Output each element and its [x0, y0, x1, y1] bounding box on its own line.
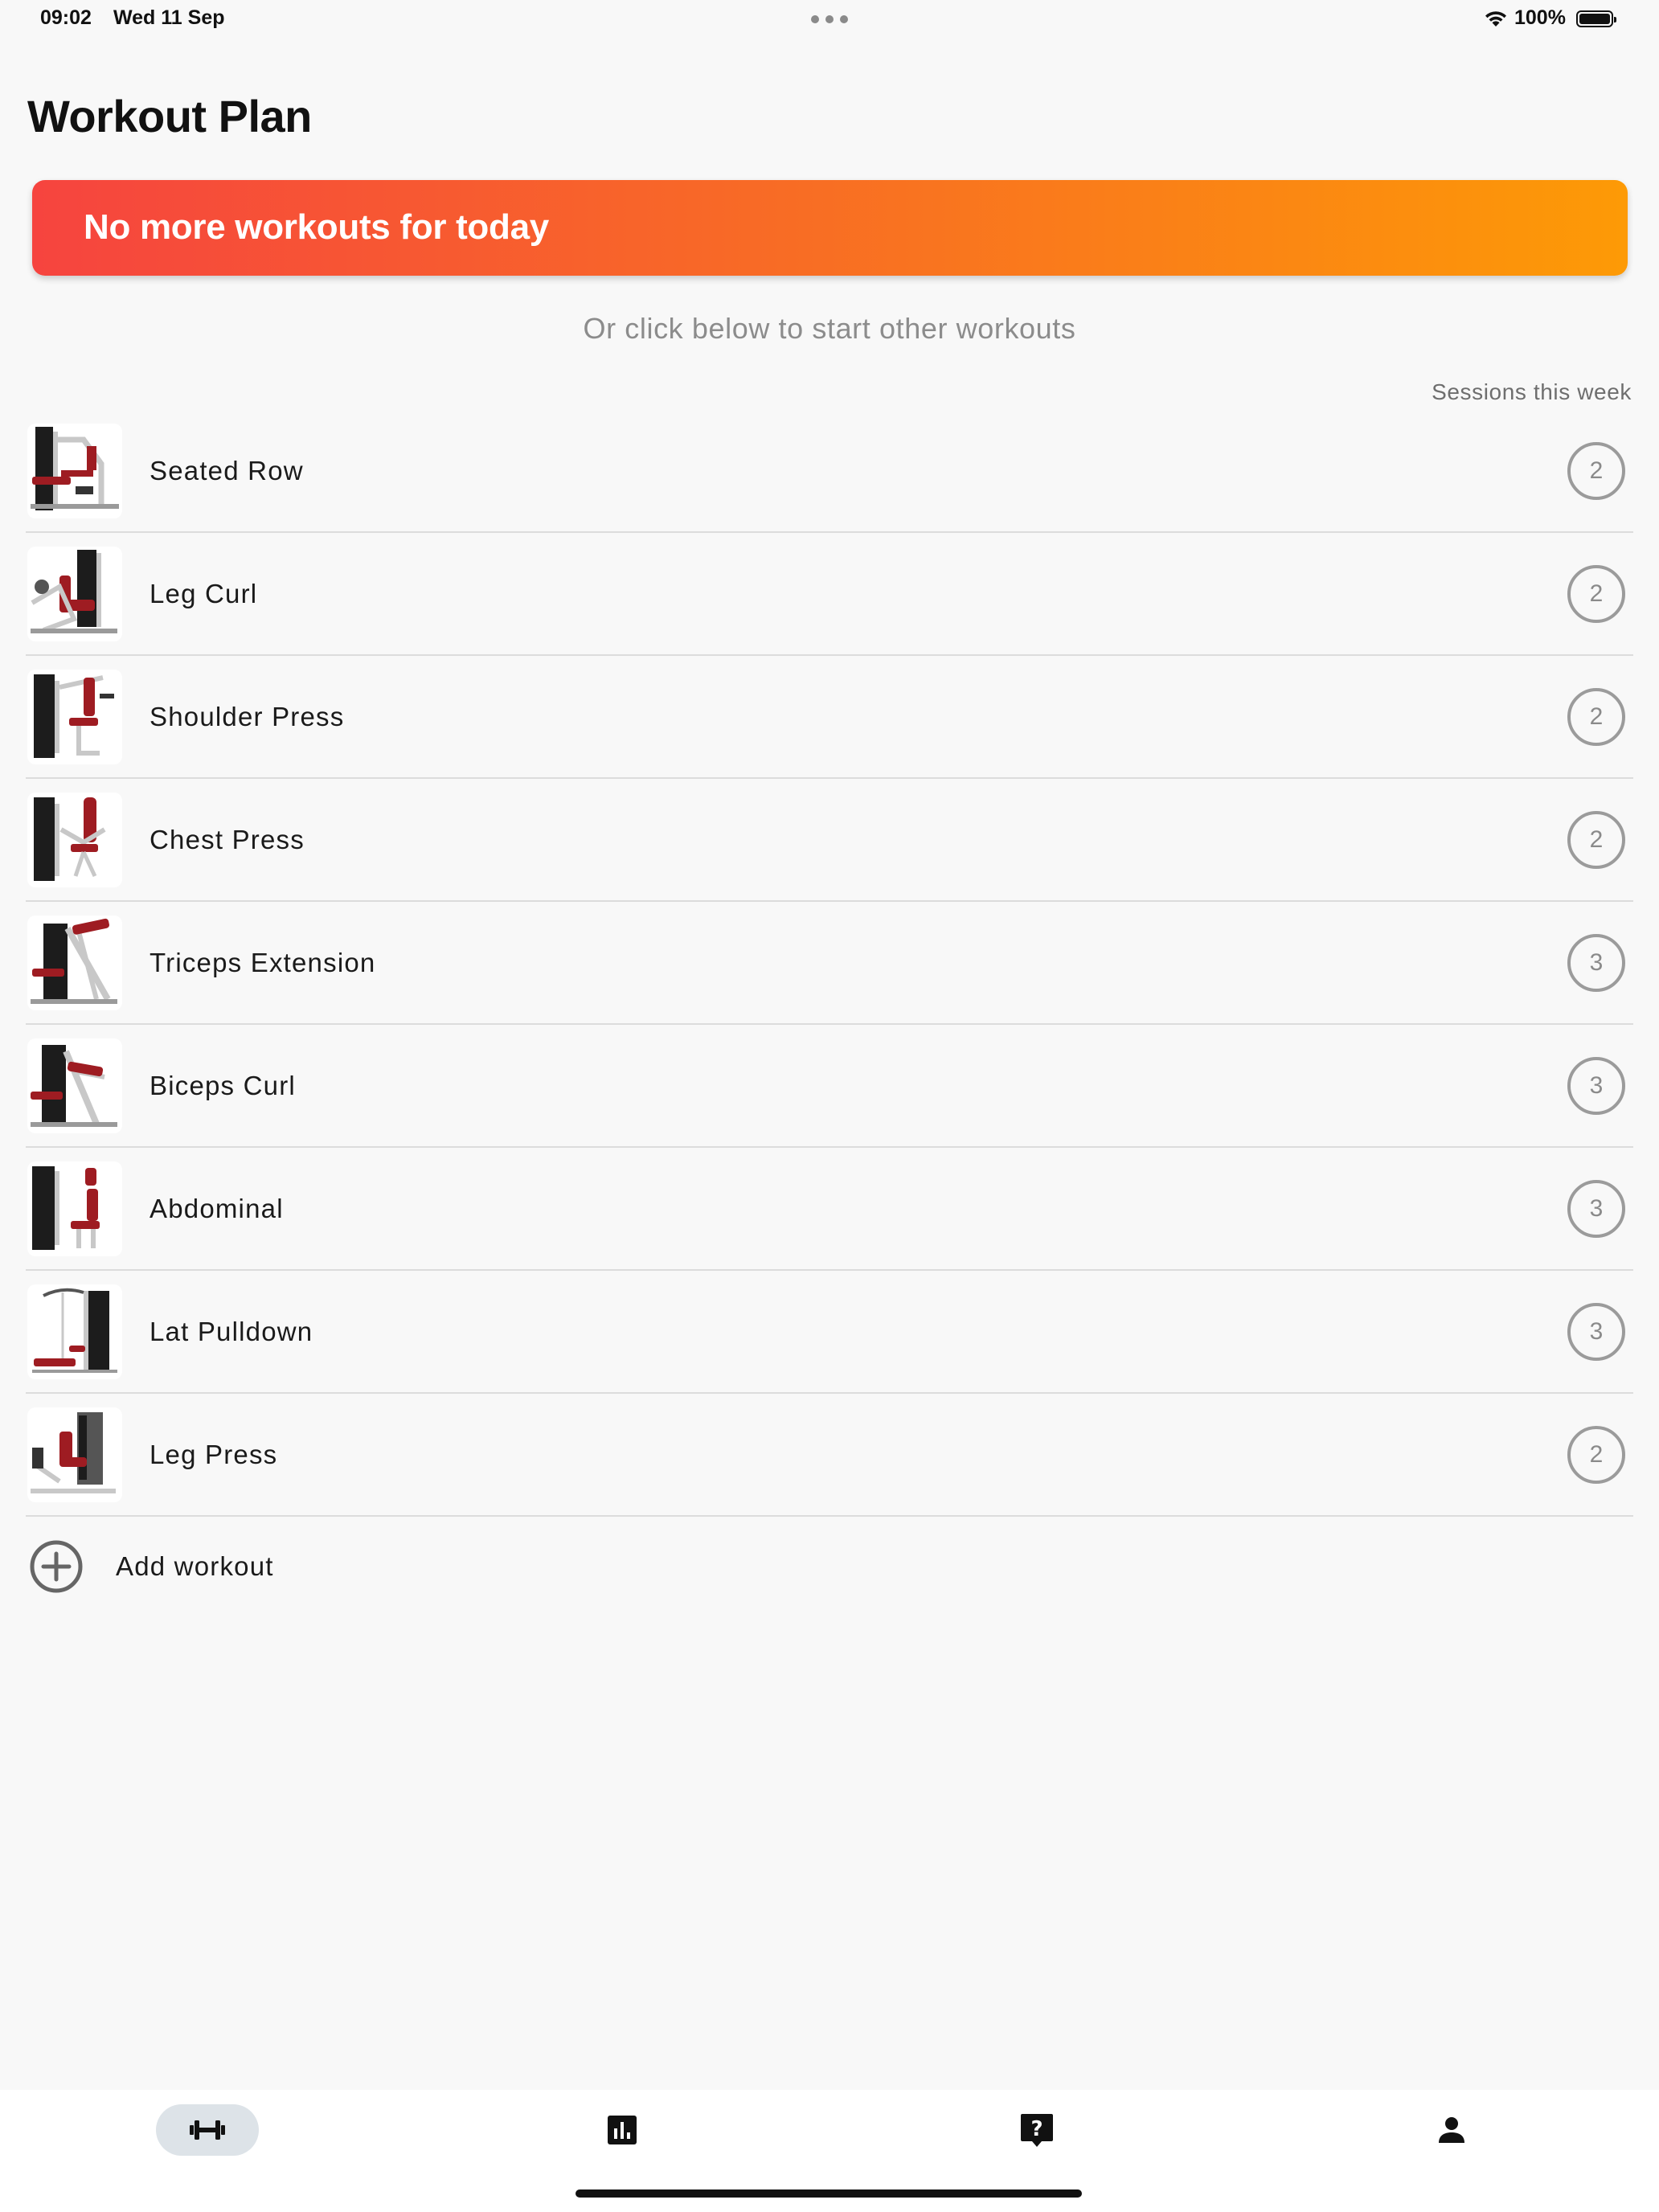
status-bar: 09:02 Wed 11 Sep 100% — [0, 0, 1659, 40]
session-count-badge: 2 — [1567, 810, 1625, 869]
biceps-curl-machine-icon — [27, 1038, 122, 1133]
workout-row-biceps-curl[interactable]: Biceps Curl 3 — [26, 1025, 1633, 1148]
workout-name: Biceps Curl — [150, 1070, 296, 1100]
session-count-badge: 2 — [1567, 687, 1625, 746]
help-icon: ? — [1021, 2114, 1053, 2147]
workout-row-lat-pulldown[interactable]: Lat Pulldown 3 — [26, 1271, 1633, 1394]
workout-row-leg-press[interactable]: Leg Press 2 — [26, 1394, 1633, 1517]
seated-row-machine-icon — [27, 423, 122, 518]
person-icon — [1439, 2117, 1464, 2143]
multitasking-dots-icon[interactable] — [811, 15, 848, 23]
session-count-badge: 3 — [1567, 1302, 1625, 1361]
shoulder-press-machine-icon — [27, 669, 122, 764]
dumbbell-icon — [190, 2120, 225, 2140]
workout-name: Lat Pulldown — [150, 1316, 313, 1346]
no-workouts-banner: No more workouts for today — [32, 180, 1628, 276]
workout-row-abdominal[interactable]: Abdominal 3 — [26, 1148, 1633, 1271]
workout-name: Leg Press — [150, 1439, 278, 1469]
tab-help[interactable]: ? — [985, 2104, 1088, 2156]
session-count-badge: 2 — [1567, 1425, 1625, 1484]
workout-name: Triceps Extension — [150, 947, 376, 977]
wifi-icon — [1485, 11, 1506, 27]
session-count-badge: 2 — [1567, 564, 1625, 623]
home-indicator[interactable] — [576, 2189, 1082, 2198]
tab-profile[interactable] — [1400, 2104, 1503, 2156]
workout-row-shoulder-press[interactable]: Shoulder Press 2 — [26, 656, 1633, 779]
bar-chart-icon — [608, 2116, 637, 2144]
workout-row-seated-row[interactable]: Seated Row 2 — [26, 410, 1633, 533]
leg-curl-machine-icon — [27, 546, 122, 641]
session-count-badge: 3 — [1567, 933, 1625, 992]
workout-name: Abdominal — [150, 1193, 284, 1223]
tab-statistics[interactable] — [571, 2104, 674, 2156]
workout-list: Seated Row 2 Leg Curl 2 Shoulder Press 2… — [26, 410, 1633, 1517]
banner-text: No more workouts for today — [84, 207, 549, 247]
leg-press-machine-icon — [27, 1407, 122, 1502]
session-count-badge: 3 — [1567, 1179, 1625, 1238]
session-count-badge: 3 — [1567, 1056, 1625, 1115]
workout-row-leg-curl[interactable]: Leg Curl 2 — [26, 533, 1633, 656]
battery-percent: 100% — [1514, 6, 1566, 29]
add-workout-label: Add workout — [116, 1551, 274, 1581]
svg-text:?: ? — [1030, 2117, 1043, 2141]
status-time: 09:02 — [40, 6, 92, 29]
workout-name: Shoulder Press — [150, 701, 345, 731]
triceps-extension-machine-icon — [27, 915, 122, 1010]
workout-name: Seated Row — [150, 455, 304, 485]
abdominal-machine-icon — [27, 1161, 122, 1256]
session-count-badge: 2 — [1567, 441, 1625, 500]
workout-name: Chest Press — [150, 824, 305, 854]
status-date: Wed 11 Sep — [113, 6, 225, 29]
battery-icon — [1576, 10, 1616, 27]
workout-row-triceps-extension[interactable]: Triceps Extension 3 — [26, 902, 1633, 1025]
add-workout-button[interactable]: Add workout — [29, 1538, 274, 1595]
chest-press-machine-icon — [27, 792, 122, 887]
sessions-this-week-header: Sessions this week — [1432, 379, 1632, 404]
page-title: Workout Plan — [27, 91, 312, 141]
workout-row-chest-press[interactable]: Chest Press 2 — [26, 779, 1633, 902]
tab-workouts[interactable] — [156, 2104, 259, 2156]
lat-pulldown-machine-icon — [27, 1284, 122, 1379]
start-other-workouts-hint: Or click below to start other workouts — [583, 312, 1076, 345]
plus-circle-icon — [30, 1540, 83, 1593]
workout-name: Leg Curl — [150, 578, 258, 608]
